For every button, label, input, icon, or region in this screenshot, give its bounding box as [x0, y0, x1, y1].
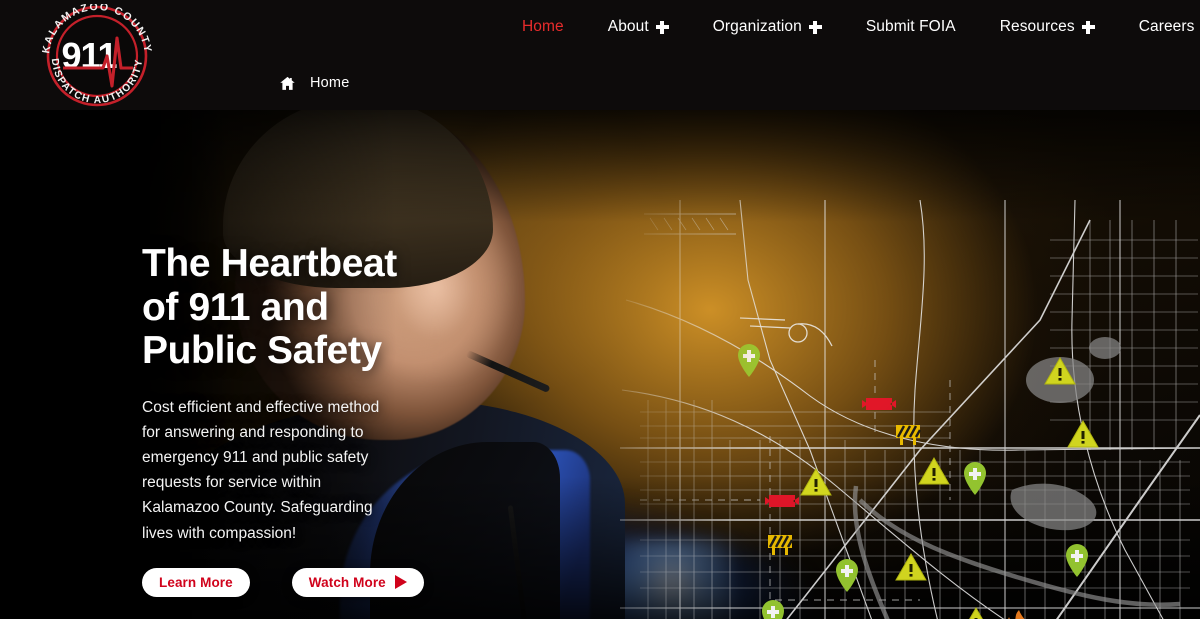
plus-icon — [1081, 20, 1095, 34]
breadcrumb-current[interactable]: Home — [310, 75, 349, 91]
nav-item-resources[interactable]: Resources — [978, 15, 1117, 39]
watch-more-button[interactable]: Watch More — [291, 567, 424, 597]
incident-map-overlay — [620, 200, 1200, 619]
learn-more-label: Learn More — [159, 574, 233, 590]
plus-icon — [808, 20, 822, 34]
nav-item-home[interactable]: Home — [500, 15, 586, 39]
learn-more-button[interactable]: Learn More — [142, 567, 250, 597]
nav-item-careers[interactable]: Careers — [1117, 15, 1200, 39]
breadcrumb: Home — [279, 70, 349, 96]
nav-item-submit-foia[interactable]: Submit FOIA — [844, 15, 978, 39]
hero-section: The Heartbeat of 911 and Public Safety C… — [0, 110, 1200, 619]
primary-navigation[interactable]: Home About Organization Submit FOIA Reso… — [500, 15, 1200, 39]
home-icon[interactable] — [279, 75, 296, 92]
site-header: KALAMAZOO COUNTY DISPATCH AUTHORITY 911 … — [0, 0, 1200, 110]
nav-item-organization[interactable]: Organization — [691, 15, 844, 39]
hero-actions: Learn More Watch More — [142, 567, 562, 597]
plus-icon — [655, 20, 669, 34]
hero-title-line-1: The Heartbeat — [142, 242, 397, 285]
nav-label: Submit FOIA — [865, 18, 956, 35]
hero-copy: The Heartbeat of 911 and Public Safety C… — [142, 242, 562, 597]
hero-title-line-3: Public Safety — [142, 329, 382, 373]
nav-label: About — [607, 18, 649, 35]
nav-item-about[interactable]: About — [586, 15, 691, 39]
hero-title: The Heartbeat of 911 and Public Safety — [142, 242, 562, 373]
nav-label: Resources — [999, 18, 1075, 35]
nav-label: Careers — [1138, 18, 1195, 35]
nav-label: Organization — [712, 18, 802, 35]
nav-label: Home — [522, 18, 564, 35]
play-icon — [394, 575, 407, 590]
hero-subtitle: Cost efficient and effective method for … — [142, 399, 380, 542]
site-logo[interactable]: KALAMAZOO COUNTY DISPATCH AUTHORITY 911 — [27, 4, 167, 107]
hero-title-line-2: of 911 and — [142, 285, 329, 329]
watch-more-label: Watch More — [308, 574, 386, 590]
